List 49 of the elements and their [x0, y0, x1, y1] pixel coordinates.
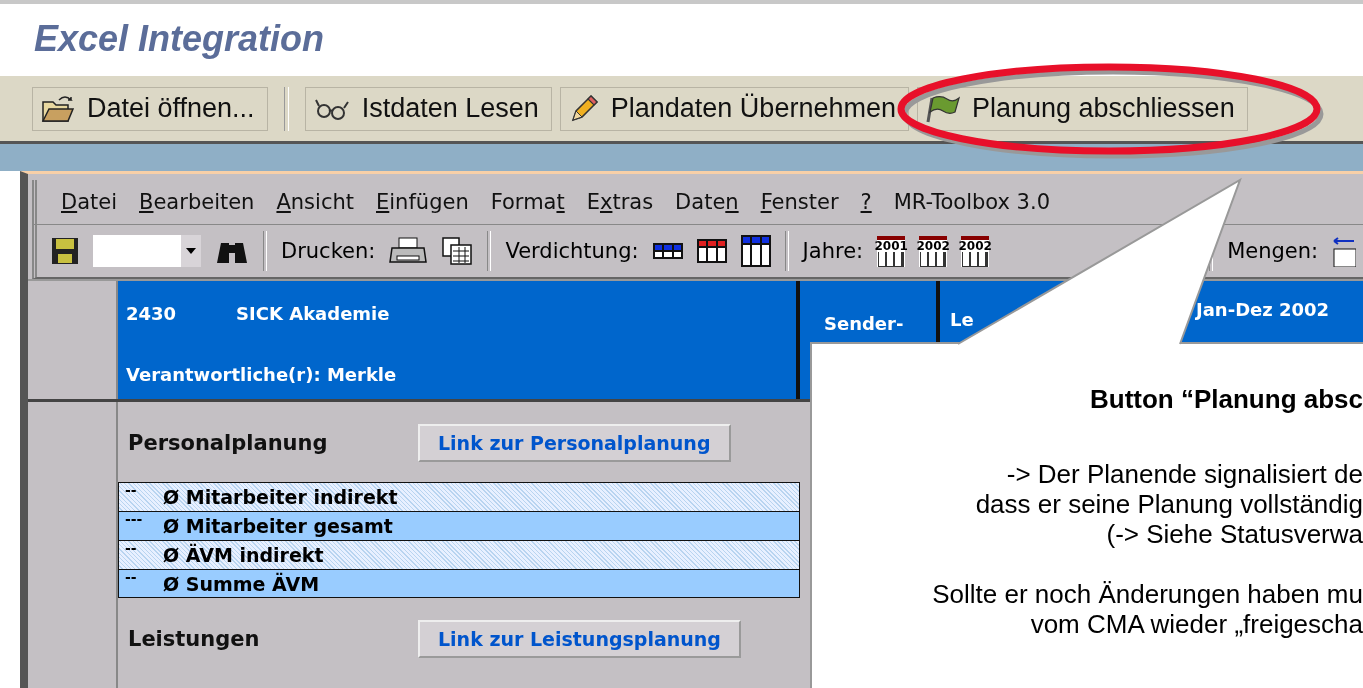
link-button[interactable]: Link zur Leistungsplanung [418, 620, 741, 658]
folder-icon [41, 93, 75, 124]
amounts-icon[interactable] [1332, 235, 1357, 267]
callout-text: Sollte er noch Änderungen haben mu [932, 579, 1363, 609]
callout-text: (-> Siehe Statusverwa [1106, 519, 1363, 549]
table-grid-icon[interactable] [696, 239, 727, 263]
save-icon[interactable] [51, 237, 79, 265]
callout-text: -> Der Planende signalisiert de [1006, 459, 1363, 489]
link-button[interactable]: Link zur Personalplanung [418, 424, 731, 462]
toolbar-button[interactable]: Datei öffnen... [32, 86, 268, 131]
callout-text: dass er seine Planung vollständig [975, 489, 1363, 519]
slide-title: Excel Integration [33, 17, 326, 61]
callout-text: vom CMA wieder „freigescha [1030, 609, 1363, 639]
amounts-label: Mengen: [1227, 239, 1319, 263]
menu-item[interactable]: Datei [61, 190, 118, 214]
data-row: -- Ø Mitarbeiter indirekt [118, 482, 800, 511]
section-title: Personalplanung [127, 431, 329, 455]
section-title: Leistungen [127, 627, 261, 651]
menu-item[interactable]: Fenster [760, 190, 839, 214]
table-columns-icon[interactable] [740, 235, 771, 267]
toolbar-button[interactable]: Plandaten Übernehmen [559, 86, 909, 131]
year-button[interactable]: 2002 [919, 235, 948, 267]
year-button[interactable]: 2002 [961, 235, 990, 267]
dropdown-field[interactable] [93, 235, 201, 267]
cost-center-code: 2430 [126, 303, 177, 324]
menu-item[interactable]: Extras [586, 190, 654, 214]
data-row: -- Ø ÄVM indirekt [118, 540, 800, 569]
menu-item[interactable]: Daten [675, 190, 739, 214]
condense-label: Verdichtung: [505, 239, 639, 263]
toolbar-button[interactable]: Istdaten Lesen [304, 86, 552, 131]
cost-center-name: SICK Akademie [236, 303, 390, 324]
table-rows-icon[interactable] [652, 243, 683, 259]
printer-icon[interactable] [389, 236, 428, 266]
menu-item[interactable]: MR-Toolbox 3.0 [893, 190, 1051, 214]
copy-pages-icon[interactable] [441, 236, 474, 266]
menu-item[interactable]: Format [490, 190, 565, 214]
responsible-label: Verantwortliche(r): Merkle [126, 364, 398, 385]
print-label: Drucken: [281, 239, 376, 263]
menu-item[interactable]: Einfügen [376, 190, 469, 214]
data-row: -- Ø Summe ÄVM [118, 569, 800, 598]
menu-item[interactable]: ? [860, 190, 872, 214]
years-label: Jahre: [802, 239, 864, 263]
flag-icon [925, 93, 960, 124]
toolbar-button[interactable]: Planung abschliessen [916, 86, 1248, 131]
menu-item[interactable]: Ansicht [276, 190, 354, 214]
year-button[interactable]: 2001 [877, 235, 906, 267]
caret-icon[interactable] [186, 248, 196, 254]
menu-item[interactable]: Bearbeiten [139, 190, 255, 214]
data-row: --- Ø Mitarbeiter gesamt [118, 511, 800, 540]
